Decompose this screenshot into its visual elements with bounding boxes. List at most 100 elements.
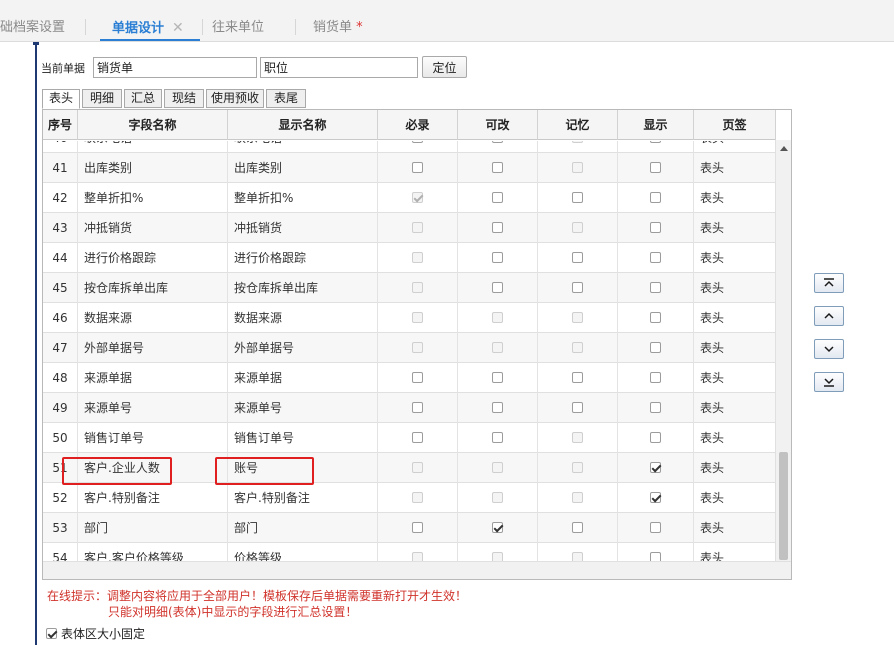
editable-checkbox[interactable] xyxy=(492,522,503,533)
locate-button[interactable]: 定位 xyxy=(422,56,467,78)
visible-checkbox[interactable] xyxy=(650,162,661,173)
visible-checkbox[interactable] xyxy=(650,372,661,383)
close-icon[interactable]: ✕ xyxy=(172,20,184,36)
tab-separator xyxy=(202,19,203,35)
col-memory[interactable]: 记忆 xyxy=(538,110,618,140)
editable-checkbox[interactable] xyxy=(492,402,503,413)
tab-sales-doc[interactable]: 销货单 * xyxy=(313,17,363,39)
display-name-cell[interactable]: 数据来源 xyxy=(228,303,378,333)
editable-checkbox[interactable] xyxy=(492,141,503,143)
display-name-cell[interactable]: 外部单据号 xyxy=(228,333,378,363)
display-name-cell[interactable]: 价格等级 xyxy=(228,543,378,561)
table-row[interactable]: 42 整单折扣% 整单折扣% 表头 xyxy=(43,183,776,213)
memory-checkbox[interactable] xyxy=(572,402,583,413)
move-top-button[interactable] xyxy=(814,273,844,293)
vertical-scrollbar[interactable] xyxy=(775,140,791,561)
display-name-cell[interactable]: 出库类别 xyxy=(228,153,378,183)
display-name-cell[interactable]: 来源单号 xyxy=(228,393,378,423)
move-bottom-button[interactable] xyxy=(814,372,844,392)
horizontal-scrollbar[interactable] xyxy=(43,561,791,579)
display-name-cell[interactable]: 进行价格跟踪 xyxy=(228,243,378,273)
table-row[interactable]: 45 按仓库拆单出库 按仓库拆单出库 表头 xyxy=(43,273,776,303)
table-row[interactable]: 46 数据来源 数据来源 表头 xyxy=(43,303,776,333)
table-row[interactable]: 48 来源单据 来源单据 表头 xyxy=(43,363,776,393)
visible-checkbox[interactable] xyxy=(650,552,661,561)
editable-checkbox[interactable] xyxy=(492,222,503,233)
table-row[interactable]: 53 部门 部门 表头 xyxy=(43,513,776,543)
display-name-cell[interactable]: 整单折扣% xyxy=(228,183,378,213)
tab-summary[interactable]: 汇总 xyxy=(124,89,162,108)
display-name-cell[interactable]: 按仓库拆单出库 xyxy=(228,273,378,303)
editable-checkbox[interactable] xyxy=(492,282,503,293)
scroll-up-icon[interactable] xyxy=(780,146,788,151)
visible-checkbox[interactable] xyxy=(650,522,661,533)
display-name-cell[interactable]: 联系电话 xyxy=(228,141,378,153)
col-editable[interactable]: 可改 xyxy=(458,110,538,140)
display-name-cell[interactable]: 冲抵销货 xyxy=(228,213,378,243)
fixed-size-checkbox[interactable] xyxy=(46,628,57,639)
editable-checkbox[interactable] xyxy=(492,372,503,383)
editable-checkbox[interactable] xyxy=(492,192,503,203)
col-display-name[interactable]: 显示名称 xyxy=(228,110,378,140)
memory-checkbox[interactable] xyxy=(572,282,583,293)
visible-checkbox[interactable] xyxy=(650,141,661,143)
scroll-thumb[interactable] xyxy=(779,452,788,560)
display-name-cell[interactable]: 销售订单号 xyxy=(228,423,378,453)
move-up-button[interactable] xyxy=(814,306,844,326)
visible-checkbox[interactable] xyxy=(650,312,661,323)
editable-checkbox[interactable] xyxy=(492,432,503,443)
current-doc-input[interactable] xyxy=(93,57,257,78)
editable-checkbox[interactable] xyxy=(492,252,503,263)
col-tab[interactable]: 页签 xyxy=(694,110,776,140)
tab-prepaid[interactable]: 使用预收 xyxy=(206,89,264,108)
required-checkbox[interactable] xyxy=(412,141,423,143)
required-checkbox[interactable] xyxy=(412,432,423,443)
tab-basic-archive[interactable]: 础档案设置 xyxy=(0,17,65,39)
table-row[interactable]: 41 出库类别 出库类别 表头 xyxy=(43,153,776,183)
table-row[interactable]: 52 客户.特别备注 客户.特别备注 表头 xyxy=(43,483,776,513)
table-row[interactable]: 49 来源单号 来源单号 表头 xyxy=(43,393,776,423)
visible-checkbox[interactable] xyxy=(650,222,661,233)
col-field-name[interactable]: 字段名称 xyxy=(78,110,228,140)
memory-checkbox[interactable] xyxy=(572,522,583,533)
display-name-cell[interactable]: 客户.特别备注 xyxy=(228,483,378,513)
tab-cash[interactable]: 现结 xyxy=(164,89,204,108)
required-checkbox[interactable] xyxy=(412,372,423,383)
visible-checkbox[interactable] xyxy=(650,432,661,443)
required-checkbox[interactable] xyxy=(412,522,423,533)
visible-checkbox[interactable] xyxy=(650,402,661,413)
table-row[interactable]: 40联系电话联系电话表头 xyxy=(43,141,776,153)
visible-checkbox[interactable] xyxy=(650,492,661,503)
memory-checkbox[interactable] xyxy=(572,252,583,263)
move-down-button[interactable] xyxy=(814,339,844,359)
table-row[interactable]: 47 外部单据号 外部单据号 表头 xyxy=(43,333,776,363)
tab-header[interactable]: 表头 xyxy=(42,89,80,109)
tab-footer[interactable]: 表尾 xyxy=(266,89,306,108)
visible-checkbox[interactable] xyxy=(650,282,661,293)
visible-checkbox[interactable] xyxy=(650,462,661,473)
table-row[interactable]: 54 客户.客户价格等级 价格等级 表头 xyxy=(43,543,776,561)
display-name-cell[interactable]: 来源单据 xyxy=(228,363,378,393)
col-required[interactable]: 必录 xyxy=(378,110,458,140)
visible-checkbox[interactable] xyxy=(650,342,661,353)
col-visible[interactable]: 显示 xyxy=(618,110,694,140)
checkbox-cell xyxy=(458,393,538,423)
fixed-size-option[interactable]: 表体区大小固定 xyxy=(46,625,145,642)
visible-checkbox[interactable] xyxy=(650,252,661,263)
memory-checkbox[interactable] xyxy=(572,372,583,383)
memory-checkbox[interactable] xyxy=(572,192,583,203)
col-no[interactable]: 序号 xyxy=(43,110,78,140)
table-row[interactable]: 43 冲抵销货 冲抵销货 表头 xyxy=(43,213,776,243)
editable-checkbox[interactable] xyxy=(492,162,503,173)
tab-doc-design[interactable]: 单据设计 ✕ xyxy=(112,17,184,39)
tab-partners[interactable]: 往来单位 xyxy=(212,17,264,39)
required-checkbox[interactable] xyxy=(412,162,423,173)
table-row[interactable]: 44 进行价格跟踪 进行价格跟踪 表头 xyxy=(43,243,776,273)
required-checkbox[interactable] xyxy=(412,402,423,413)
tab-detail[interactable]: 明细 xyxy=(82,89,122,108)
visible-checkbox[interactable] xyxy=(650,192,661,203)
table-row[interactable]: 50 销售订单号 销售订单号 表头 xyxy=(43,423,776,453)
display-name-cell[interactable]: 部门 xyxy=(228,513,378,543)
field-search-input[interactable] xyxy=(260,57,418,78)
checkbox-cell xyxy=(458,303,538,333)
